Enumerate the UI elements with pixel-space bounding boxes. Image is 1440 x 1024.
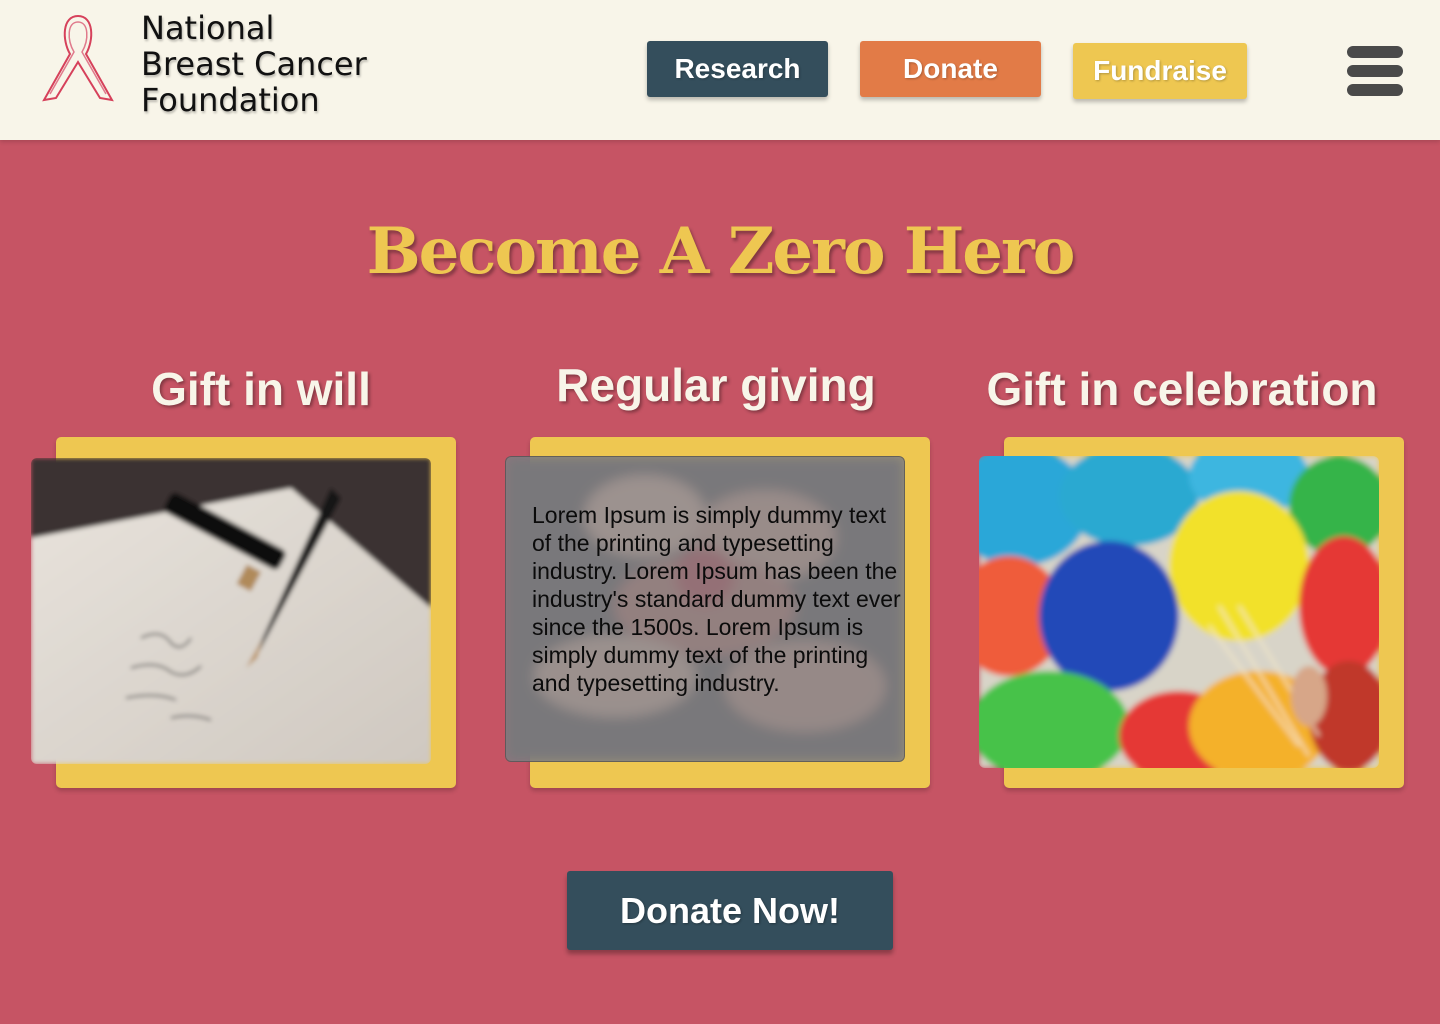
research-button[interactable]: Research [647,41,828,97]
pink-ribbon-icon[interactable] [36,10,120,106]
org-name-line-2: Breast Cancer [141,45,367,83]
card-description: Lorem Ipsum is simply dummy text of the … [532,502,901,696]
card-title-gift-in-celebration: Gift in celebration [986,363,1378,415]
hero-title: Become A Zero Hero [366,214,1076,289]
balloons-image[interactable] [979,456,1379,768]
fundraise-button[interactable]: Fundraise [1073,43,1247,99]
org-name-line-1: National [141,9,275,47]
menu-bar [1347,84,1403,96]
card-title-regular-giving: Regular giving [556,359,876,411]
site-header: National Breast Cancer Foundation Resear… [0,0,1440,140]
menu-bar [1347,46,1403,58]
donate-button[interactable]: Donate [860,41,1041,97]
pen-and-letter-image[interactable] [31,458,431,764]
card-title-gift-in-will: Gift in will [151,363,371,415]
organization-name[interactable]: National Breast Cancer Foundation [141,10,367,118]
menu-bar [1347,65,1403,77]
donate-now-button[interactable]: Donate Now! [567,871,893,950]
org-name-line-3: Foundation [141,81,320,119]
hamburger-menu-icon[interactable] [1347,46,1403,96]
hands-together-image[interactable]: Lorem Ipsum is simply dummy text of the … [505,456,905,762]
